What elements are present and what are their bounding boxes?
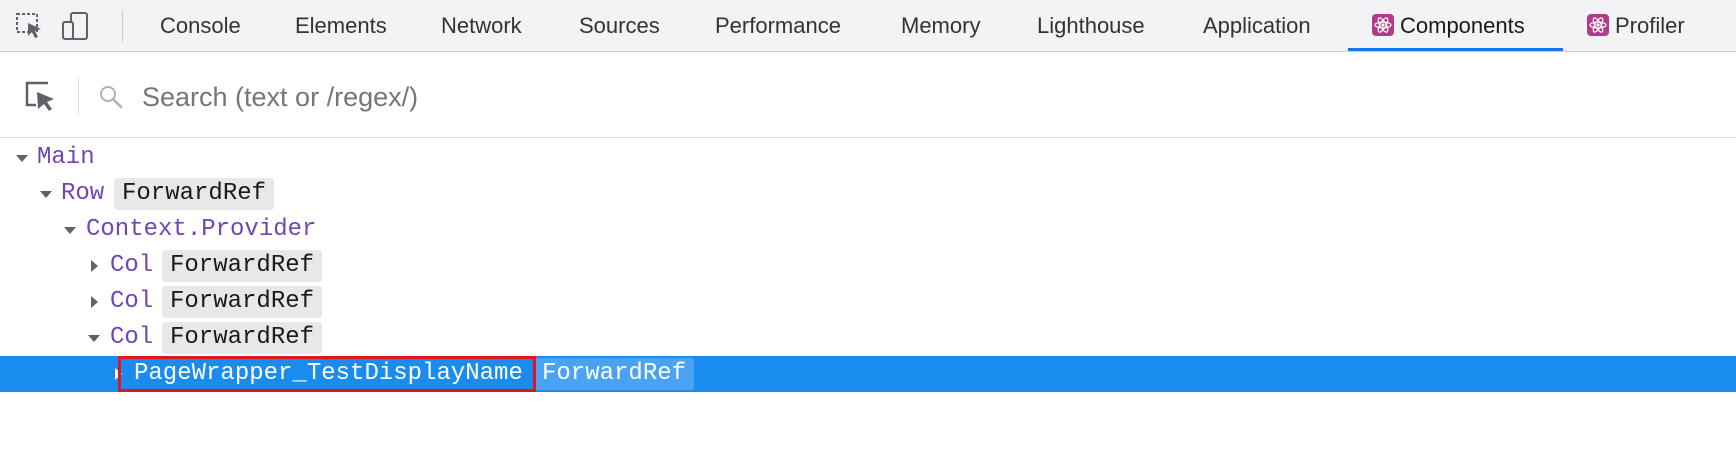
inspect-element-icon[interactable] (14, 10, 46, 42)
component-name: Row (61, 180, 105, 207)
tab-label: Lighthouse (1037, 13, 1145, 38)
tab-sources[interactable]: Sources (579, 0, 660, 51)
tree-row[interactable]: Context.Provider (0, 212, 1736, 248)
component-badge: ForwardRef (114, 178, 275, 210)
tab-console[interactable]: Console (160, 0, 241, 51)
tab-label: Performance (715, 13, 841, 38)
search-icon (98, 84, 124, 110)
tab-label: Memory (901, 13, 981, 38)
component-badge: ForwardRef (534, 358, 695, 390)
tree-row[interactable]: Row ForwardRef (0, 176, 1736, 212)
component-name: Col (110, 324, 154, 351)
component-search-bar (0, 70, 1736, 138)
tab-label: Network (441, 13, 522, 38)
component-name: Col (110, 288, 154, 315)
devtools-toolbar: Console Elements Network Sources Perform… (0, 0, 1736, 52)
select-component-icon[interactable] (22, 78, 58, 114)
react-icon (1587, 14, 1609, 36)
tab-label: Components (1400, 13, 1525, 38)
component-name: PageWrapper_TestDisplayName (134, 360, 523, 387)
tab-lighthouse[interactable]: Lighthouse (1037, 0, 1145, 51)
tab-components[interactable]: Components (1348, 0, 1563, 51)
component-badge: ForwardRef (162, 250, 323, 282)
device-toolbar-icon[interactable] (60, 10, 92, 42)
tab-label: Elements (295, 13, 387, 38)
collapse-caret-icon[interactable] (108, 356, 128, 392)
tree-row[interactable]: Main (0, 140, 1736, 176)
tree-row[interactable]: Col ForwardRef (0, 248, 1736, 284)
tab-memory[interactable]: Memory (901, 0, 980, 51)
tree-row[interactable]: Col ForwardRef (0, 284, 1736, 320)
react-icon (1372, 14, 1394, 36)
expand-caret-icon[interactable] (12, 140, 32, 176)
search-input[interactable] (142, 78, 1042, 116)
tab-elements[interactable]: Elements (295, 0, 387, 51)
expand-caret-icon[interactable] (60, 212, 80, 248)
component-name: Main (37, 144, 95, 171)
component-name: Context.Provider (86, 216, 317, 243)
tab-label: Profiler (1615, 13, 1685, 38)
tree-row[interactable]: Col ForwardRef (0, 320, 1736, 356)
tab-label: Application (1203, 13, 1311, 38)
tree-row-selected[interactable]: PageWrapper_TestDisplayName ForwardRef (0, 356, 1736, 392)
tab-performance[interactable]: Performance (715, 0, 841, 51)
tab-network[interactable]: Network (441, 0, 522, 51)
collapse-caret-icon[interactable] (84, 284, 104, 320)
tab-label: Sources (579, 13, 660, 38)
tab-profiler[interactable]: Profiler (1587, 0, 1685, 51)
search-divider (78, 78, 79, 116)
toolbar-divider (122, 10, 123, 42)
component-badge: ForwardRef (162, 322, 323, 354)
expand-caret-icon[interactable] (84, 320, 104, 356)
collapse-caret-icon[interactable] (84, 248, 104, 284)
expand-caret-icon[interactable] (36, 176, 56, 212)
component-name: Col (110, 252, 154, 279)
tab-application[interactable]: Application (1203, 0, 1311, 51)
tab-label: Console (160, 13, 241, 38)
component-badge: ForwardRef (162, 286, 323, 318)
